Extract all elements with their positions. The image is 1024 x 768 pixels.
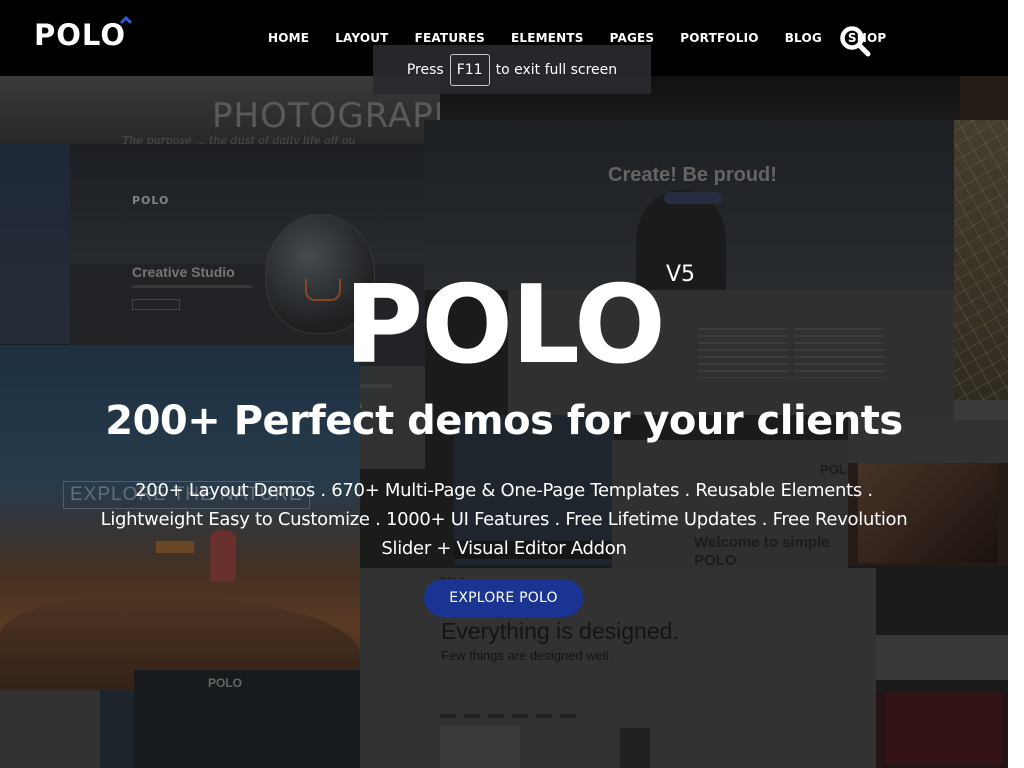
window-edge: [1008, 0, 1024, 768]
nav-item-pages[interactable]: PAGES: [597, 31, 668, 45]
fullscreen-notice-suffix: to exit full screen: [495, 61, 618, 78]
site-logo[interactable]: POLO: [34, 18, 126, 52]
logo-caret-icon: [119, 15, 133, 25]
search-icon[interactable]: [838, 24, 872, 58]
nav-item-blog[interactable]: BLOG: [772, 31, 835, 45]
hero-title: POLO: [344, 263, 666, 388]
fullscreen-exit-notice: Press F11 to exit full screen: [373, 45, 651, 94]
nav-item-home[interactable]: HOME: [255, 31, 322, 45]
nav-item-elements[interactable]: ELEMENTS: [498, 31, 597, 45]
fullscreen-notice-prefix: Press: [406, 61, 444, 78]
nav-item-features[interactable]: FEATURES: [402, 31, 498, 45]
nav-item-layout[interactable]: LAYOUT: [322, 31, 401, 45]
main-nav: HOME LAYOUT FEATURES ELEMENTS PAGES PORT…: [255, 31, 899, 45]
hero-subtitle: 200+ Perfect demos for your clients: [105, 398, 903, 444]
page-root: PHOTOGRAPHY The purpose ... the dust of …: [0, 0, 1024, 768]
explore-polo-button[interactable]: EXPLORE POLO: [424, 579, 583, 617]
hero-version-badge: V5: [666, 262, 696, 287]
nav-item-portfolio[interactable]: PORTFOLIO: [667, 31, 771, 45]
f11-key-badge: F11: [449, 53, 490, 86]
hero-description: 200+ Layout Demos . 670+ Multi-Page & On…: [100, 480, 908, 559]
